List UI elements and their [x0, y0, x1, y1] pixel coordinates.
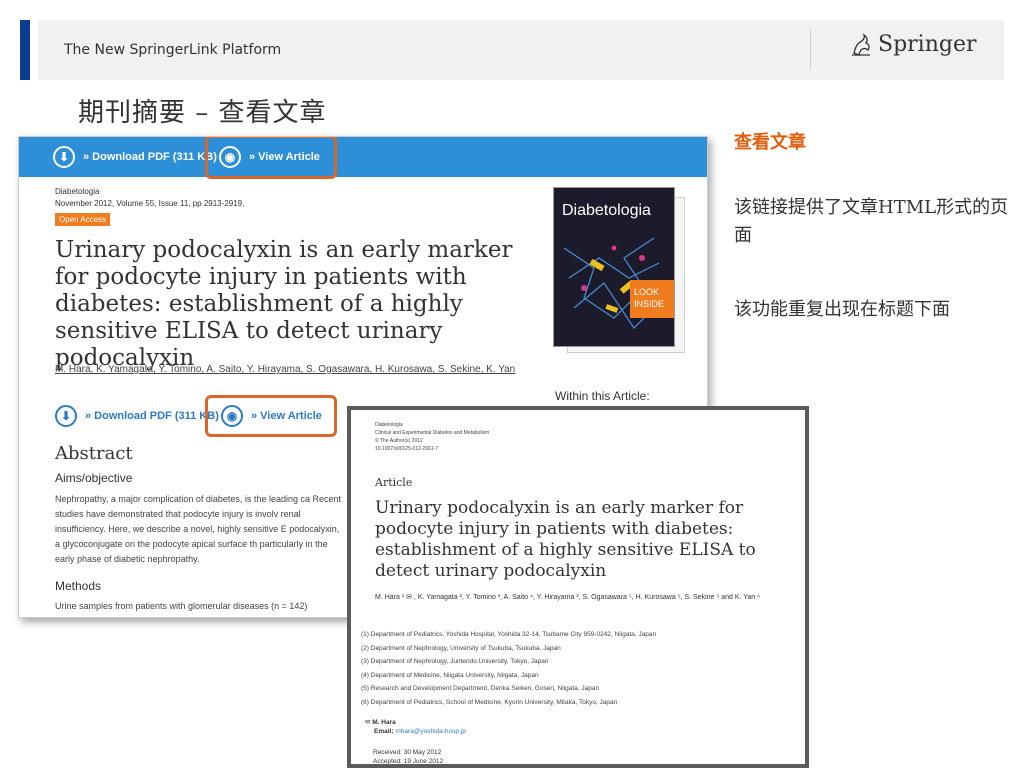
cover-title: Diabetologia [562, 202, 651, 219]
email-link[interactable]: mhara@yoshida-hosp.jp [395, 728, 466, 735]
header-title: The New SpringerLink Platform [64, 42, 282, 58]
html-article-screenshot: Diabetologia Clinical and Experimental D… [347, 406, 809, 768]
html-copyright: © The Author(s) 2012 [375, 438, 423, 444]
download-icon: ⬇ [53, 146, 75, 168]
methods-text: Urine samples from patients with glomeru… [55, 601, 308, 611]
springer-logo: Springer [850, 32, 977, 57]
affiliation-item: (6) Department of Pediatrics, School of … [361, 698, 618, 706]
affiliation-item: (2) Department of Nephrology, University… [361, 644, 561, 652]
html-journal: Diabetologia [375, 422, 403, 428]
methods-heading: Methods [55, 579, 102, 593]
note-heading: 查看文章 [734, 132, 806, 153]
journal-cover[interactable]: Diabetologia LOOK INSIDE [553, 187, 675, 347]
html-doi: 10.1007/s00125-012-2661-7 [375, 446, 439, 452]
look-inside-badge[interactable]: LOOK INSIDE [630, 280, 674, 318]
open-access-badge: Open Access [55, 213, 111, 226]
article-title: Urinary podocalyxin is an early marker f… [55, 237, 513, 371]
html-article-title: Urinary podocalyxin is an early marker f… [375, 498, 756, 581]
corresponding-author: ✉ M. Hara Email: mhara@yoshida-hosp.jp [365, 718, 466, 736]
header-accent-bar [20, 20, 30, 80]
header-divider [810, 30, 811, 70]
received-date: Received: 30 May 2012 [373, 749, 442, 756]
article-dates: Received: 30 May 2012 Accepted: 19 June … [373, 748, 444, 765]
download-pdf-button[interactable]: ⬇ » Download PDF (311 KB) [55, 405, 219, 427]
aims-heading: Aims/objective [55, 471, 133, 485]
springer-horse-icon [852, 32, 870, 56]
top-action-bar: ⬇ » Download PDF (311 KB) ◉ » View Artic… [19, 137, 707, 177]
springer-logo-text: Springer [878, 32, 977, 57]
download-pdf-label: » Download PDF (311 KB) [83, 151, 217, 163]
abstract-heading: Abstract [55, 443, 133, 464]
aims-text: Nephropathy, a major complication of dia… [55, 494, 341, 564]
download-icon: ⬇ [55, 405, 77, 427]
email-label: Email: [374, 728, 394, 735]
affiliation-item: (5) Research and Development Department,… [361, 685, 600, 692]
html-author-list[interactable]: M. Hara ¹ ✉ , K. Yamagata ², Y. Tomino ³… [375, 592, 795, 603]
slide-header: The New SpringerLink Platform Springer [38, 20, 1004, 80]
within-this-article: Within this Article: [555, 389, 650, 403]
affiliation-list: (1) Department of Pediatrics, Yoshida Ho… [361, 628, 801, 709]
author-list[interactable]: M. Hara, K. Yamagata, Y. Tomino, A. Sait… [55, 363, 525, 377]
slide: The New SpringerLink Platform Springer 期… [0, 0, 1024, 768]
journal-name[interactable]: Diabetologia [55, 187, 99, 196]
issue-meta: November 2012, Volume 55, Issue 11, pp 2… [55, 199, 245, 208]
affiliation-item: (1) Department of Pediatrics, Yoshida Ho… [361, 631, 657, 638]
html-journal-subtitle: Clinical and Experimental Diabetes and M… [375, 430, 490, 436]
download-pdf-button-top[interactable]: ⬇ » Download PDF (311 KB) [53, 146, 217, 168]
highlight-view-article-top [205, 137, 337, 179]
slide-title: 期刊摘要 – 查看文章 [78, 98, 327, 128]
highlight-view-article [205, 395, 337, 437]
download-pdf-label-2: » Download PDF (311 KB) [85, 410, 219, 422]
contact-name: M. Hara [372, 719, 396, 726]
html-article-label: Article [375, 476, 413, 489]
note-text-1: 该链接提供了文章HTML形式的页面 [734, 197, 1009, 246]
note-text-2: 该功能重复出现在标题下面 [734, 299, 950, 320]
affiliation-item: (4) Department of Medicine, Niigata Univ… [361, 671, 539, 679]
accepted-date: Accepted: 19 June 2012 [373, 758, 444, 765]
affiliation-item: (3) Department of Nephrology, Juntendo U… [361, 658, 549, 665]
